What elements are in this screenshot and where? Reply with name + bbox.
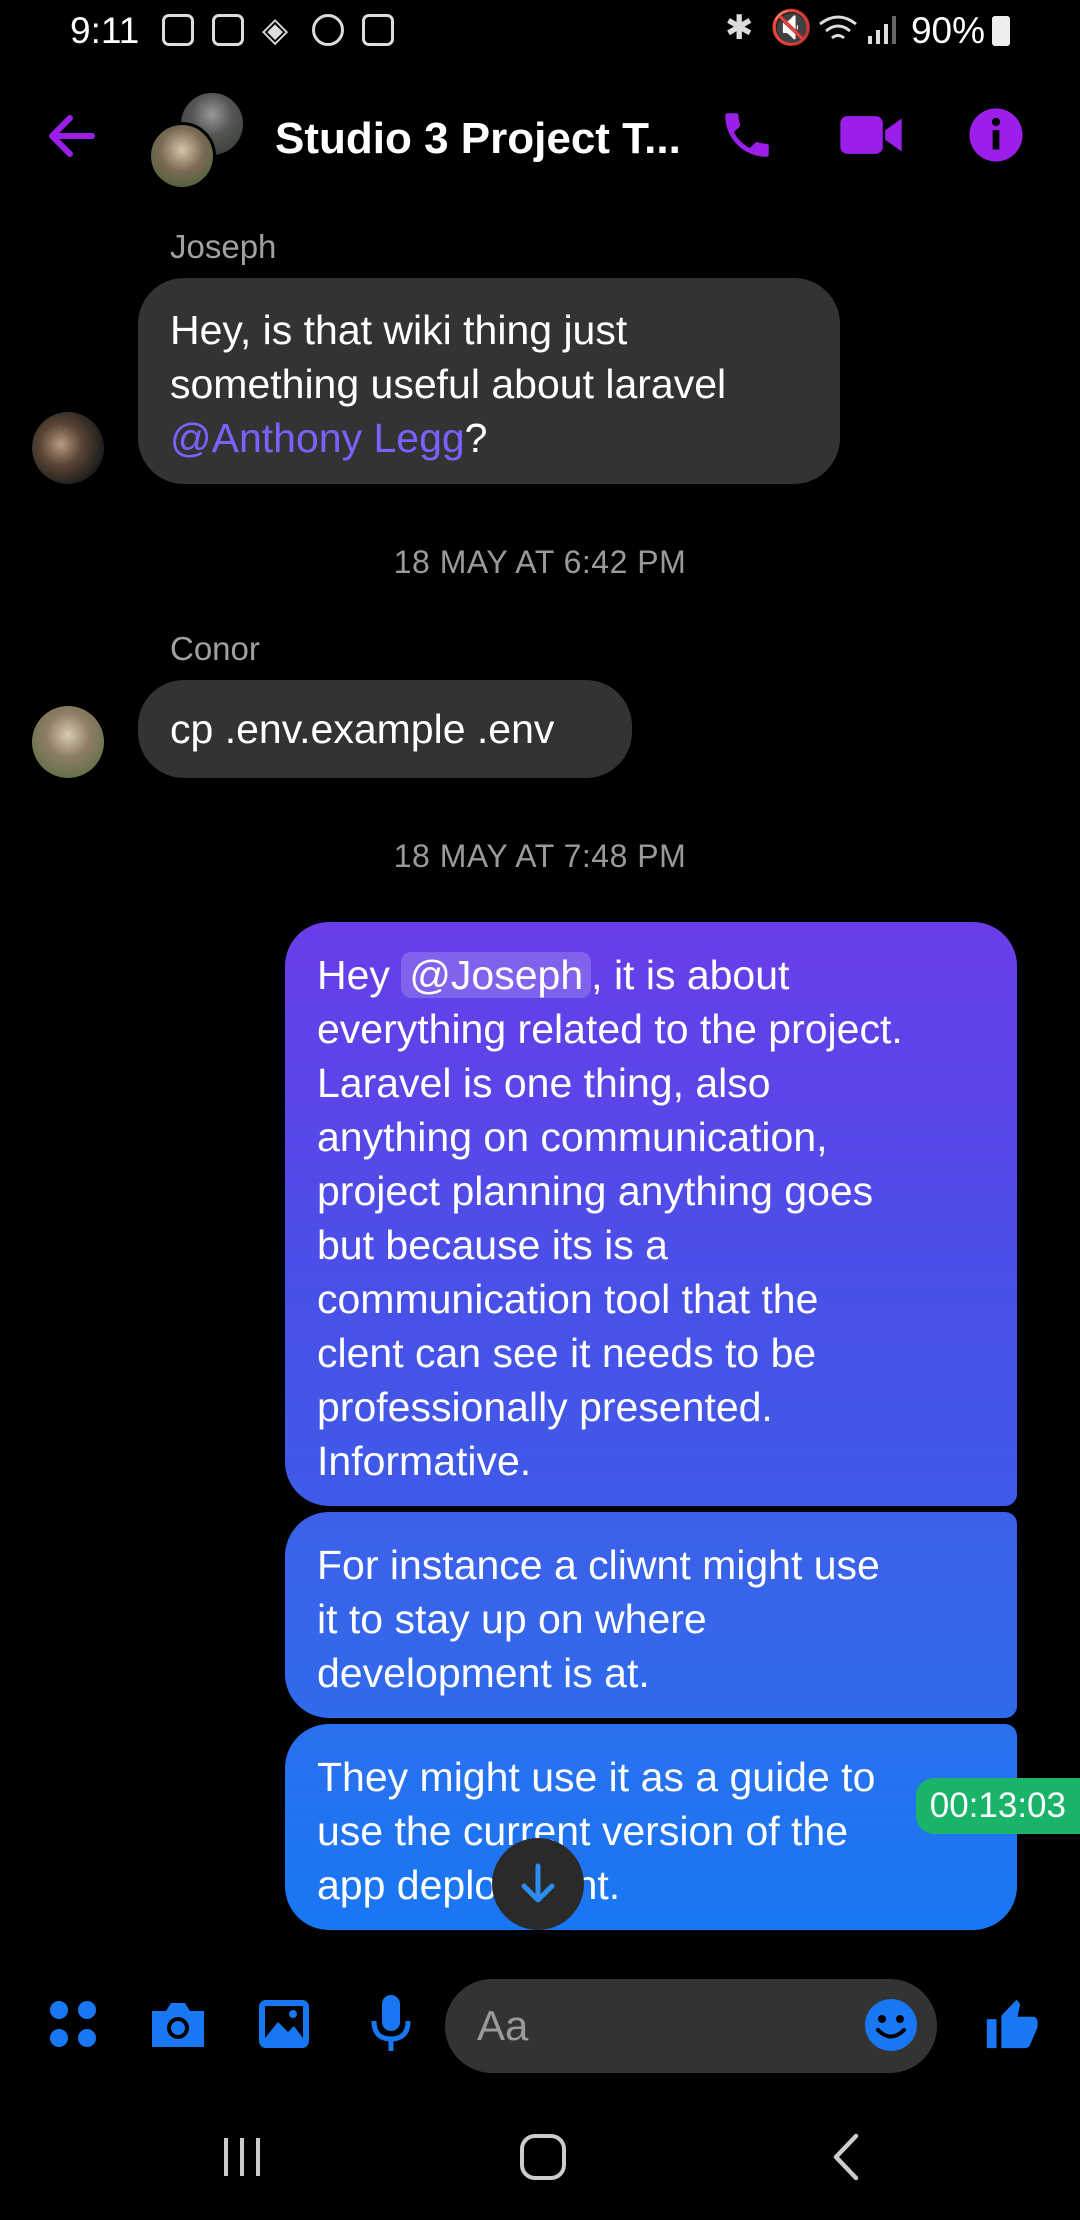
message-bubble[interactable]: Hey, is that wiki thing just something u… <box>138 278 840 484</box>
battery-icon <box>992 16 1010 46</box>
camera-icon[interactable] <box>148 1997 208 2051</box>
chat-header: Studio 3 Project T... <box>0 80 1080 200</box>
message-line: clent can see it needs to be <box>317 1330 817 1376</box>
message-line: They might use it as a guide to <box>317 1754 876 1800</box>
message-text: Hey <box>317 952 402 998</box>
mention-link[interactable]: @Joseph <box>401 952 592 998</box>
microphone-icon[interactable] <box>368 1993 414 2055</box>
message-line: but because its is a <box>317 1222 668 1268</box>
sender-name: Joseph <box>170 228 277 265</box>
info-icon[interactable] <box>967 106 1025 164</box>
message-input[interactable]: Aa <box>445 1979 937 2073</box>
message-line: use the current version of the <box>317 1808 849 1854</box>
avatar <box>148 122 216 190</box>
binance-icon: ◈ <box>262 11 289 49</box>
avatar[interactable] <box>32 706 104 778</box>
message-line: Laravel is one thing, also <box>317 1060 771 1106</box>
mention-link[interactable]: @Anthony Legg <box>170 415 465 461</box>
arrow-down-icon <box>521 1863 555 1903</box>
recording-timer: 00:13:03 <box>915 1778 1080 1834</box>
video-call-icon[interactable] <box>838 106 904 164</box>
message-line: everything related to the project. <box>317 1006 903 1052</box>
message-line: communication tool that the <box>317 1276 819 1322</box>
message-line: Hey, is that wiki thing just <box>170 307 628 353</box>
message-bubble[interactable]: cp .env.example .env <box>138 680 632 778</box>
group-avatar[interactable] <box>148 90 248 190</box>
message-line: development is at. <box>317 1650 650 1696</box>
mute-icon: 🔇 <box>770 9 813 47</box>
composer-bar: Aa <box>0 1975 1080 2085</box>
scroll-to-bottom-button[interactable] <box>492 1838 584 1930</box>
message-line: @Anthony Legg? <box>170 411 808 465</box>
message-text: , it is about <box>591 952 790 998</box>
message-line: Informative. <box>317 1438 532 1484</box>
status-time: 9:11 <box>70 10 140 51</box>
message-line: For instance a cliwnt might use <box>317 1542 880 1588</box>
message-line: anything on communication, <box>317 1114 828 1160</box>
bluetooth-icon: ✱ <box>725 9 754 47</box>
recent-apps-icon[interactable] <box>220 2134 266 2180</box>
status-bar: 9:11 ◈ ✱ 🔇 90% <box>0 0 1080 66</box>
notification-icon <box>162 14 194 46</box>
message-line: it to stay up on where <box>317 1596 707 1642</box>
messenger-icon <box>312 14 344 46</box>
message-line: professionally presented. <box>317 1384 773 1430</box>
message-line: something useful about laravel <box>170 361 727 407</box>
avatar[interactable] <box>32 412 104 484</box>
phone-call-icon[interactable] <box>718 106 776 164</box>
message-text: cp .env.example .env <box>170 706 555 752</box>
signal-icon <box>868 16 896 44</box>
wifi-icon <box>819 15 857 40</box>
message-bubble[interactable]: They might use it as a guide to use the … <box>285 1724 1017 1930</box>
home-icon[interactable] <box>518 2132 568 2182</box>
message-bubble[interactable]: For instance a cliwnt might use it to st… <box>285 1512 1017 1718</box>
message-text: ? <box>464 415 488 461</box>
message-line: app deployment. <box>317 1862 621 1908</box>
apps-grid-icon[interactable] <box>48 1999 98 2049</box>
thumbs-up-icon[interactable] <box>982 1995 1040 2053</box>
system-nav-bar <box>0 2100 1080 2220</box>
notification-icon <box>362 14 394 46</box>
message-line: project planning anything goes <box>317 1168 874 1214</box>
emoji-icon[interactable] <box>863 1997 919 2053</box>
message-line: Hey @Joseph, it is about <box>317 948 985 1002</box>
gallery-icon[interactable] <box>256 1997 312 2051</box>
notification-icon <box>212 14 244 46</box>
message-input-placeholder: Aa <box>477 2002 529 2049</box>
message-bubble[interactable]: Hey @Joseph, it is about everything rela… <box>285 922 1017 1506</box>
sender-name: Conor <box>170 630 260 667</box>
back-arrow-icon[interactable] <box>44 108 100 164</box>
chat-title[interactable]: Studio 3 Project T... <box>275 114 681 164</box>
timestamp: 18 MAY AT 6:42 PM <box>393 544 687 580</box>
timestamp: 18 MAY AT 7:48 PM <box>393 838 687 874</box>
battery-percentage: 90% <box>910 10 985 51</box>
back-nav-icon[interactable] <box>826 2132 866 2182</box>
